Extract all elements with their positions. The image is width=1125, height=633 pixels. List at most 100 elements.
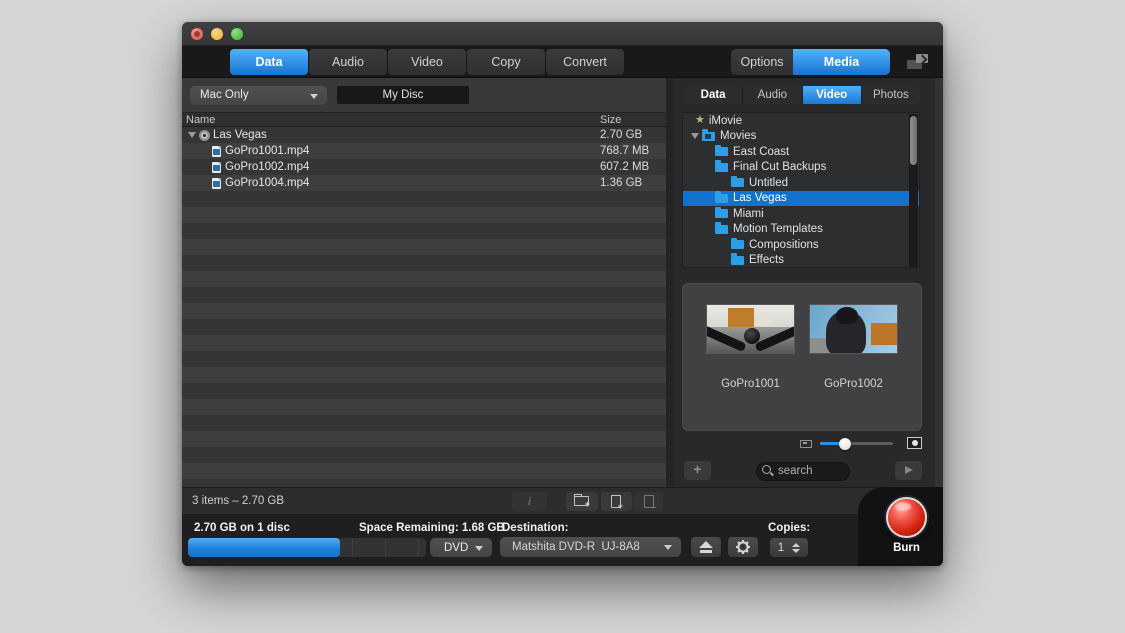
- thumbnail-zoom-row: [674, 437, 922, 451]
- disclosure-triangle-icon[interactable]: [188, 132, 196, 138]
- media-type-tabs: Data Audio Video Photos: [684, 86, 920, 104]
- add-file-icon: [611, 495, 621, 508]
- file-row-las-vegas[interactable]: Las Vegas 2.70 GB: [182, 127, 666, 143]
- tree-label: Movies: [720, 130, 756, 142]
- thumbnail-panel: GoPro1001 GoPro1002: [682, 283, 922, 431]
- lower-chrome: 3 items – 2.70 GB 2.70 GB on 1 disc Spac…: [182, 487, 943, 566]
- media-toggle-button[interactable]: Media: [793, 49, 890, 75]
- folder-icon: [715, 209, 728, 218]
- video-thumbnail-gopro1002[interactable]: [809, 304, 898, 354]
- preview-play-button[interactable]: [895, 461, 922, 480]
- list-action-buttons: [512, 492, 663, 511]
- tab-video[interactable]: Video: [388, 49, 466, 75]
- stepper-down-icon[interactable]: [792, 549, 800, 553]
- tab-audio[interactable]: Audio: [309, 49, 387, 75]
- file-name: GoPro1002.mp4: [225, 161, 309, 173]
- content-area: Mac Only Name Size Las Vegas 2.70 GB: [182, 78, 943, 487]
- burn-button[interactable]: [886, 497, 927, 538]
- file-list: Las Vegas 2.70 GB GoPro1001.mp4 768.7 MB…: [182, 127, 666, 487]
- copies-stepper[interactable]: 1: [770, 538, 808, 557]
- disc-name-field[interactable]: [337, 86, 469, 104]
- tree-item-miami[interactable]: Miami: [683, 206, 919, 222]
- disc-pane: Mac Only Name Size Las Vegas 2.70 GB: [182, 78, 674, 487]
- file-size: 768.7 MB: [600, 145, 649, 157]
- tree-label: East Coast: [733, 146, 789, 158]
- tab-copy[interactable]: Copy: [467, 49, 545, 75]
- file-size: 2.70 GB: [600, 129, 642, 141]
- video-file-icon: [212, 146, 221, 157]
- media-type-value: DVD: [444, 542, 468, 554]
- zoom-button[interactable]: [231, 28, 243, 40]
- media-source-tree: ★ iMovie Movies East Coast Final Cut Bac…: [682, 112, 920, 268]
- tree-item-effects[interactable]: Effects: [683, 253, 919, 269]
- copies-label: Copies:: [768, 522, 810, 534]
- folder-icon: [715, 194, 728, 203]
- chevron-down-icon: [475, 546, 483, 551]
- tree-item-compositions[interactable]: Compositions: [683, 237, 919, 253]
- slider-knob[interactable]: [839, 438, 851, 450]
- chevron-down-icon: [310, 94, 318, 99]
- settings-button[interactable]: [728, 537, 758, 557]
- add-file-button[interactable]: [601, 492, 632, 511]
- large-thumbnails-icon: [907, 437, 922, 449]
- tab-data[interactable]: Data: [230, 49, 308, 75]
- gear-icon: [735, 539, 751, 555]
- new-folder-button[interactable]: [566, 492, 598, 511]
- disc-toolbar: Mac Only: [182, 78, 666, 112]
- destination-select[interactable]: Matshita DVD-R UJ-8A8: [500, 537, 681, 557]
- file-row-gopro1001[interactable]: GoPro1001.mp4 768.7 MB: [182, 143, 666, 159]
- destination-label: Destination:: [502, 522, 568, 534]
- column-size[interactable]: Size: [600, 114, 621, 126]
- column-name[interactable]: Name: [186, 114, 215, 126]
- close-button[interactable]: [191, 28, 203, 40]
- tree-label: Las Vegas: [733, 192, 787, 204]
- tree-label: Effects: [749, 254, 784, 266]
- status-strip: 3 items – 2.70 GB: [182, 487, 943, 514]
- remove-file-button[interactable]: [634, 492, 663, 511]
- tree-scrollbar[interactable]: [909, 114, 918, 268]
- media-tab-data[interactable]: Data: [684, 86, 743, 104]
- remove-file-icon: [644, 495, 654, 508]
- tree-scrollbar-thumb[interactable]: [910, 116, 917, 165]
- thumbnail-size-slider[interactable]: [820, 442, 893, 445]
- folder-icon: [731, 256, 744, 265]
- tree-item-motion-templates[interactable]: Motion Templates: [683, 222, 919, 238]
- panel-toggle: Options Media: [731, 49, 890, 75]
- add-media-button[interactable]: +: [684, 461, 711, 480]
- folder-icon: [715, 163, 728, 172]
- file-row-gopro1004[interactable]: GoPro1004.mp4 1.36 GB: [182, 175, 666, 191]
- video-thumbnail-gopro1001[interactable]: [706, 304, 795, 354]
- tree-item-imovie[interactable]: ★ iMovie: [683, 113, 919, 129]
- disc-usage-gauge: [188, 538, 426, 557]
- search-field-wrap: [756, 461, 850, 480]
- folder-icon: [731, 178, 744, 187]
- media-browser-toggle-icon[interactable]: [907, 54, 930, 70]
- media-type-select[interactable]: DVD: [430, 538, 492, 557]
- media-tab-video[interactable]: Video: [803, 86, 862, 104]
- video-file-icon: [212, 162, 221, 173]
- tree-item-movies[interactable]: Movies: [683, 129, 919, 145]
- minimize-button[interactable]: [211, 28, 223, 40]
- filesystem-select[interactable]: Mac Only: [190, 86, 327, 105]
- tree-item-las-vegas[interactable]: Las Vegas: [683, 191, 919, 207]
- tree-item-east-coast[interactable]: East Coast: [683, 144, 919, 160]
- disclosure-triangle-icon[interactable]: [691, 133, 699, 139]
- burn-corner: Burn: [858, 487, 943, 566]
- tree-item-final-cut-backups[interactable]: Final Cut Backups: [683, 160, 919, 176]
- file-row-gopro1002[interactable]: GoPro1002.mp4 607.2 MB: [182, 159, 666, 175]
- thumb-art: [756, 312, 772, 326]
- selection-summary: 3 items – 2.70 GB: [192, 495, 284, 507]
- tab-bar: Data Audio Video Copy Convert Options Me…: [182, 46, 943, 78]
- media-tab-audio[interactable]: Audio: [743, 86, 802, 104]
- eject-button[interactable]: [691, 537, 721, 557]
- tree-item-untitled[interactable]: Untitled: [683, 175, 919, 191]
- info-button[interactable]: [512, 492, 547, 511]
- tab-convert[interactable]: Convert: [546, 49, 624, 75]
- tree-label: Untitled: [749, 177, 788, 189]
- options-toggle-button[interactable]: Options: [731, 49, 793, 75]
- media-tab-photos[interactable]: Photos: [862, 86, 920, 104]
- tree-label: iMovie: [709, 115, 742, 127]
- copies-value: 1: [770, 542, 792, 554]
- new-folder-icon: [574, 496, 589, 506]
- stepper-up-icon[interactable]: [792, 543, 800, 547]
